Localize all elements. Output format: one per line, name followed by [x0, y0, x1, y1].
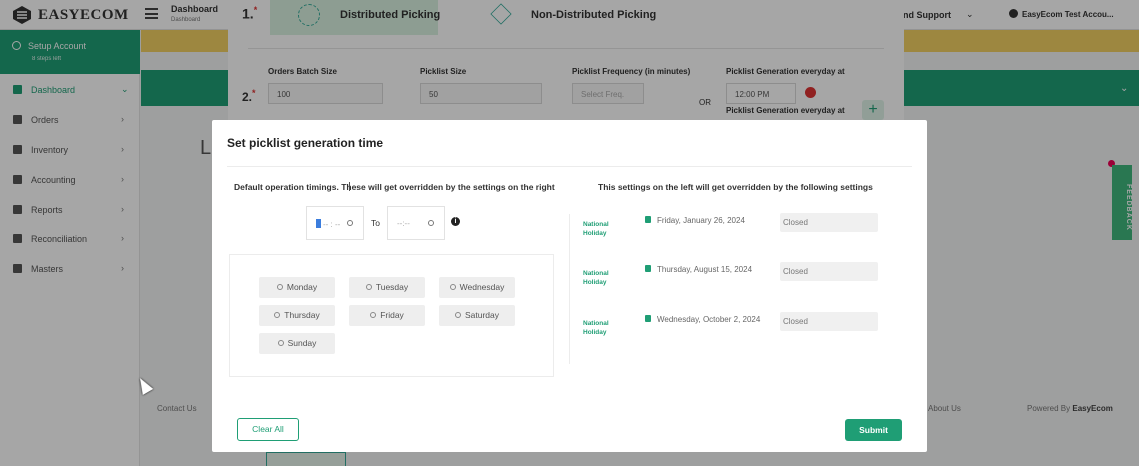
- end-time-value: --:--: [397, 219, 410, 228]
- start-time-value: -- : --: [316, 219, 340, 229]
- clear-all-button[interactable]: Clear All: [237, 418, 299, 441]
- day-toggle-tuesday[interactable]: Tuesday: [349, 277, 425, 298]
- end-time-input[interactable]: --:--: [387, 206, 445, 240]
- holiday-row: National Holiday Friday, January 26, 202…: [583, 213, 883, 243]
- radio-icon: [454, 312, 461, 318]
- override-settings-heading: This settings on the left will get overr…: [598, 182, 873, 192]
- day-toggle-wednesday[interactable]: Wednesday: [439, 277, 515, 298]
- day-toggle-monday[interactable]: Monday: [259, 277, 335, 298]
- clock-icon: [428, 220, 434, 226]
- radio-icon: [276, 284, 283, 290]
- holiday-date: Friday, January 26, 2024: [657, 216, 745, 225]
- radio-icon: [274, 312, 281, 318]
- submit-button[interactable]: Submit: [845, 419, 902, 441]
- day-toggle-thursday[interactable]: Thursday: [259, 305, 335, 326]
- holiday-type: National Holiday: [583, 270, 609, 286]
- info-icon[interactable]: i: [451, 217, 460, 226]
- holiday-status-field[interactable]: Closed: [780, 213, 878, 232]
- day-toggle-sunday[interactable]: Sunday: [259, 333, 335, 354]
- holiday-status-field[interactable]: Closed: [780, 312, 878, 331]
- default-timings-heading: Default operation timings. These will ge…: [234, 182, 555, 192]
- holiday-row: National Holiday Wednesday, October 2, 2…: [583, 312, 883, 342]
- radio-icon: [370, 312, 377, 318]
- column-divider: [569, 214, 570, 364]
- radio-icon: [365, 284, 372, 290]
- holiday-type: National Holiday: [583, 320, 609, 336]
- picklist-time-modal: Set picklist generation time Default ope…: [212, 120, 927, 452]
- start-time-input[interactable]: -- : --: [306, 206, 364, 240]
- modal-title: Set picklist generation time: [227, 136, 384, 150]
- holiday-date: Thursday, August 15, 2024: [657, 265, 753, 274]
- day-toggle-friday[interactable]: Friday: [349, 305, 425, 326]
- weekday-panel: Monday Tuesday Wednesday Thursday Friday…: [229, 254, 554, 377]
- holiday-status-field[interactable]: Closed: [780, 262, 878, 281]
- radio-icon: [449, 284, 456, 290]
- calendar-icon: [645, 265, 651, 272]
- text-cursor: [349, 182, 350, 191]
- calendar-icon: [645, 315, 651, 322]
- day-toggle-saturday[interactable]: Saturday: [439, 305, 515, 326]
- holiday-type: National Holiday: [583, 221, 609, 237]
- holiday-date: Wednesday, October 2, 2024: [657, 315, 761, 324]
- clock-icon: [347, 220, 353, 226]
- holiday-row: National Holiday Thursday, August 15, 20…: [583, 262, 883, 292]
- to-label: To: [371, 218, 380, 228]
- calendar-icon: [645, 216, 651, 223]
- radio-icon: [277, 340, 284, 346]
- modal-divider: [227, 166, 912, 167]
